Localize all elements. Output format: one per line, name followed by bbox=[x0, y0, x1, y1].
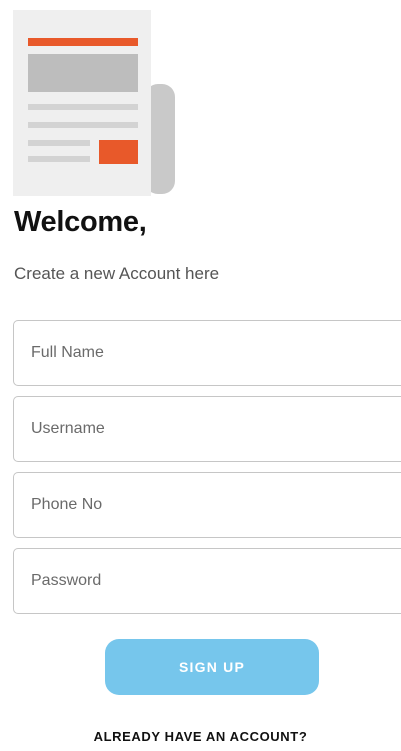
already-have-account-link[interactable]: ALREADY HAVE AN ACCOUNT? bbox=[0, 729, 401, 744]
page-subtitle: Create a new Account here bbox=[14, 264, 220, 283]
page-title: Welcome, bbox=[14, 206, 147, 238]
username-input[interactable] bbox=[13, 396, 401, 462]
password-input[interactable] bbox=[13, 548, 401, 614]
phone-input[interactable] bbox=[13, 472, 401, 538]
sign-up-button[interactable]: SIGN UP bbox=[105, 639, 319, 695]
full-name-input[interactable] bbox=[13, 320, 401, 386]
newspaper-icon bbox=[13, 10, 177, 196]
